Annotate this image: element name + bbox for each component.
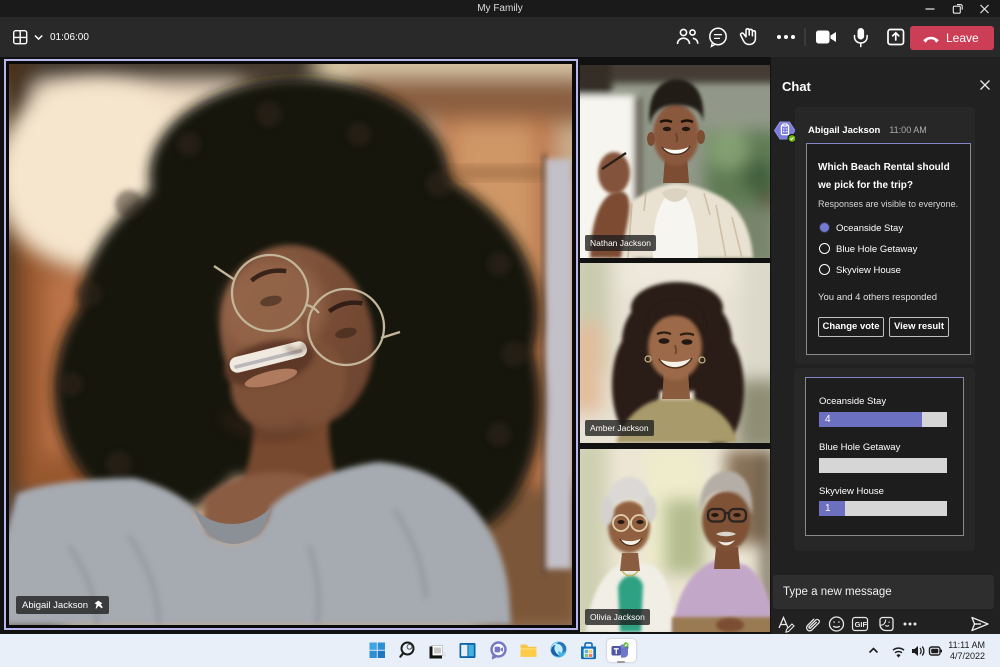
- svg-text:GIF: GIF: [855, 620, 868, 629]
